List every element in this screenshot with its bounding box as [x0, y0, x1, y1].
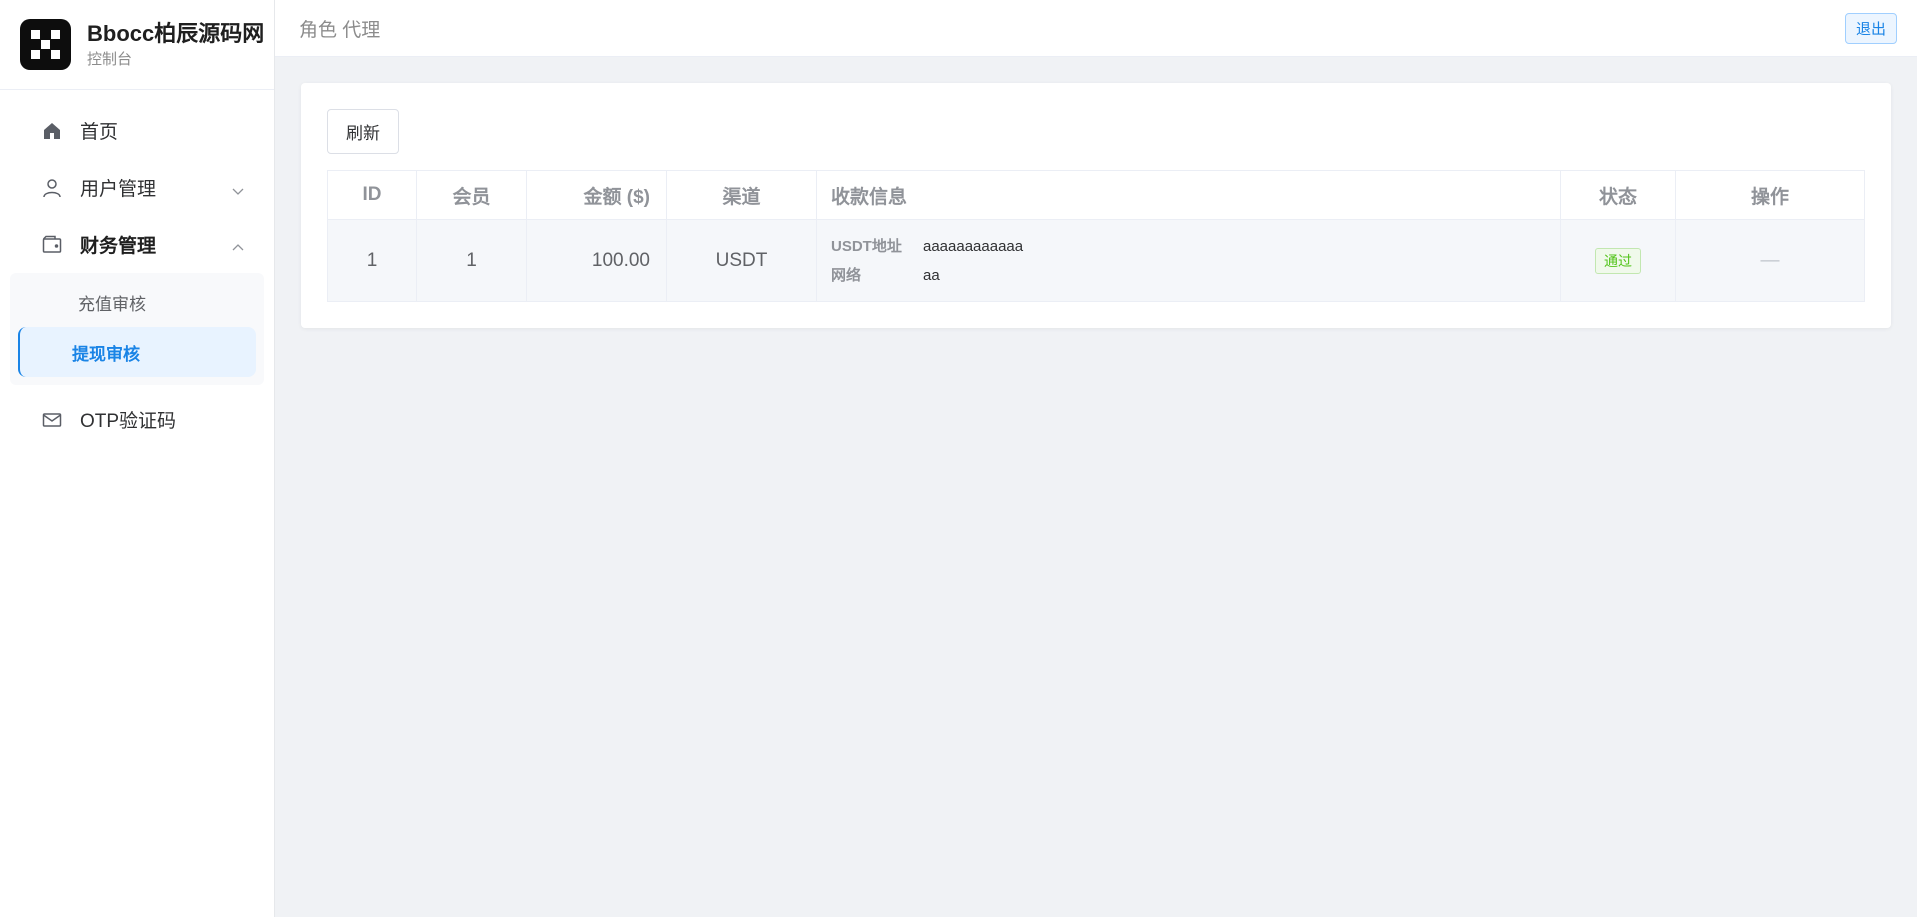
column-header-status: 状态: [1560, 170, 1676, 220]
sidebar-item-label: OTP验证码: [80, 411, 177, 432]
column-header-id: ID: [327, 170, 417, 220]
cell-payinfo: USDT地址 aaaaaaaaaaaa 网络 aa: [816, 219, 1561, 302]
brand-subtitle: 控制台: [87, 50, 133, 68]
sidebar-item-finance-management[interactable]: 财务管理: [0, 216, 274, 273]
column-header-payinfo: 收款信息: [816, 170, 1561, 220]
logout-button[interactable]: 退出: [1844, 12, 1897, 44]
payinfo-key: USDT地址: [831, 237, 902, 255]
column-header-amount: 金额 ($): [526, 170, 667, 220]
table-row: 1 1 100.00 USDT USDT地址 aaaaaaaaaaaa 网络 a…: [327, 219, 1865, 302]
finance-submenu: 充值审核 提现审核: [10, 273, 264, 385]
column-header-member: 会员: [416, 170, 527, 220]
chevron-down-icon: [232, 181, 244, 203]
sidebar-item-label: 用户管理: [80, 179, 157, 200]
wallet-icon: [41, 234, 63, 256]
brand-title: Bbocc柏辰源码网: [87, 20, 265, 46]
refresh-button[interactable]: 刷新: [327, 109, 399, 154]
withdraw-table: ID 会员 金额 ($) 渠道 收款信息 状态 操作 1 1 100.00 US…: [327, 170, 1865, 302]
logo-icon: [20, 19, 71, 70]
payinfo-row: 网络 aa: [831, 261, 1560, 290]
sidebar-item-home[interactable]: 首页: [0, 102, 274, 159]
home-icon: [41, 120, 63, 142]
sidebar-item-label: 首页: [80, 122, 119, 143]
sidebar-item-label: 提现审核: [72, 344, 140, 364]
column-header-channel: 渠道: [666, 170, 817, 220]
app-root: Bbocc柏辰源码网 控制台 首页 用户管理 财务管理 充值审核 提现审核 OT…: [0, 0, 1917, 917]
status-badge: 通过: [1595, 247, 1641, 274]
topbar: 角色 代理 退出: [275, 0, 1917, 57]
payinfo-value: aaaaaaaaaaaa: [923, 237, 1024, 255]
payinfo-value: aa: [923, 266, 940, 284]
chevron-up-icon: [232, 238, 244, 260]
table-header-row: ID 会员 金额 ($) 渠道 收款信息 状态 操作: [327, 170, 1865, 220]
sidebar-item-recharge-review[interactable]: 充值审核: [18, 277, 256, 327]
cell-member: 1: [416, 219, 527, 302]
payinfo-list: USDT地址 aaaaaaaaaaaa 网络 aa: [831, 232, 1560, 290]
sidebar-item-otp[interactable]: OTP验证码: [0, 391, 274, 448]
column-header-action: 操作: [1675, 170, 1865, 220]
payinfo-row: USDT地址 aaaaaaaaaaaa: [831, 232, 1560, 261]
sidebar-item-user-management[interactable]: 用户管理: [0, 159, 274, 216]
sidebar: Bbocc柏辰源码网 控制台 首页 用户管理 财务管理 充值审核 提现审核 OT…: [0, 0, 275, 917]
cell-channel: USDT: [666, 219, 817, 302]
brand-text: Bbocc柏辰源码网 控制台: [87, 20, 264, 70]
user-icon: [41, 177, 63, 199]
payinfo-key: 网络: [831, 266, 862, 284]
mail-icon: [41, 409, 63, 431]
cell-status: 通过: [1560, 219, 1676, 302]
sidebar-menu: 首页 用户管理 财务管理 充值审核 提现审核 OTP验证码: [0, 90, 274, 448]
content: 刷新 ID 会员 金额 ($) 渠道 收款信息 状态 操作 1 1 100.00…: [275, 57, 1917, 354]
main-area: 角色 代理 退出 刷新 ID 会员 金额 ($) 渠道 收款信息 状态 操作 1…: [275, 0, 1917, 917]
sidebar-item-label: 充值审核: [78, 294, 146, 314]
sidebar-item-withdraw-review[interactable]: 提现审核: [18, 327, 256, 377]
sidebar-item-label: 财务管理: [80, 236, 157, 257]
cell-amount: 100.00: [526, 219, 667, 302]
role-label: 角色 代理: [299, 19, 381, 41]
action-placeholder: —: [1760, 249, 1780, 271]
withdraw-card: 刷新 ID 会员 金额 ($) 渠道 收款信息 状态 操作 1 1 100.00…: [301, 83, 1891, 328]
cell-action: —: [1675, 219, 1865, 302]
brand: Bbocc柏辰源码网 控制台: [0, 0, 274, 90]
cell-id: 1: [327, 219, 417, 302]
